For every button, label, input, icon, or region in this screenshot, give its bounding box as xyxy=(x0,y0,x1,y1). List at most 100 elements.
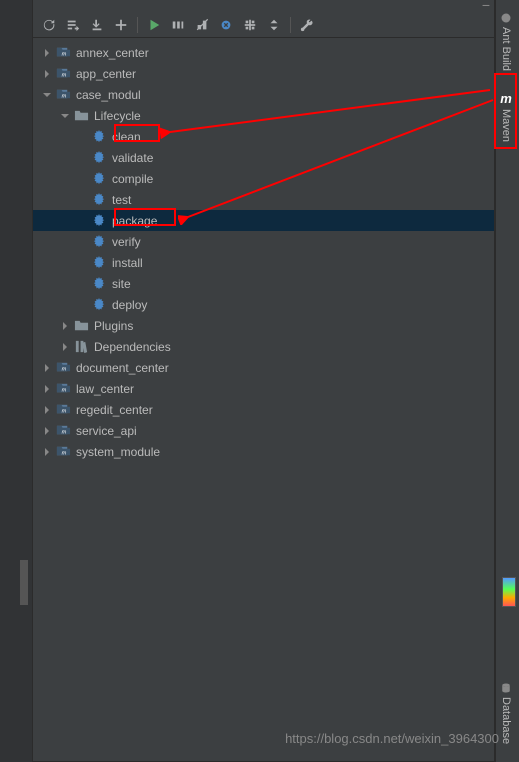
svg-text:m: m xyxy=(61,387,66,393)
svg-text:m: m xyxy=(61,366,66,372)
goal-label: package xyxy=(112,214,157,228)
maven-module-icon: m xyxy=(55,87,71,103)
expand-arrow-icon[interactable] xyxy=(59,110,71,122)
svg-text:m: m xyxy=(61,450,66,456)
goal-site[interactable]: site xyxy=(33,273,494,294)
lifecycle-folder[interactable]: Lifecycle xyxy=(33,105,494,126)
goal-install[interactable]: install xyxy=(33,252,494,273)
collapse-arrow-icon[interactable] xyxy=(41,47,53,59)
collapse-arrow-icon[interactable] xyxy=(41,362,53,374)
goal-test[interactable]: test xyxy=(33,189,494,210)
maven-module-icon: m xyxy=(55,360,71,376)
download-icon[interactable] xyxy=(87,15,107,35)
module-document-center[interactable]: m document_center xyxy=(33,357,494,378)
svg-text:m: m xyxy=(61,51,66,57)
module-label: case_modul xyxy=(76,88,141,102)
gear-icon xyxy=(91,234,107,250)
gear-icon xyxy=(91,213,107,229)
maven-module-icon: m xyxy=(55,423,71,439)
hide-icon[interactable]: − xyxy=(482,0,490,13)
plugins-folder[interactable]: Plugins xyxy=(33,315,494,336)
memory-indicator[interactable] xyxy=(502,577,516,607)
database-tab[interactable]: Database xyxy=(496,674,516,752)
maven-tab[interactable]: m Maven xyxy=(496,83,516,150)
gear-icon xyxy=(91,297,107,313)
run-icon[interactable] xyxy=(144,15,164,35)
toggle-skip-tests-icon[interactable] xyxy=(216,15,236,35)
goal-label: site xyxy=(112,277,131,291)
svg-text:m: m xyxy=(61,408,66,414)
goal-label: verify xyxy=(112,235,141,249)
collapse-arrow-icon[interactable] xyxy=(41,383,53,395)
maven-module-icon: m xyxy=(55,444,71,460)
goal-validate[interactable]: validate xyxy=(33,147,494,168)
module-label: app_center xyxy=(76,67,136,81)
goal-clean[interactable]: clean xyxy=(33,126,494,147)
expand-arrow-icon[interactable] xyxy=(41,89,53,101)
gear-icon xyxy=(91,276,107,292)
module-annex-center[interactable]: m annex_center xyxy=(33,42,494,63)
settings-wrench-icon[interactable] xyxy=(297,15,317,35)
goal-compile[interactable]: compile xyxy=(33,168,494,189)
module-label: regedit_center xyxy=(76,403,153,417)
folder-icon xyxy=(73,108,89,124)
collapse-arrow-icon[interactable] xyxy=(41,446,53,458)
lifecycle-label: Lifecycle xyxy=(94,109,141,123)
left-gutter xyxy=(0,0,32,762)
toolbar xyxy=(33,12,494,38)
dependencies-label: Dependencies xyxy=(94,340,171,354)
collapse-arrow-icon[interactable] xyxy=(59,320,71,332)
left-bar-marker xyxy=(20,560,28,605)
collapse-arrow-icon[interactable] xyxy=(41,68,53,80)
plugins-label: Plugins xyxy=(94,319,133,333)
maven-module-icon: m xyxy=(55,66,71,82)
execute-goal-icon[interactable] xyxy=(168,15,188,35)
collapse-arrow-icon[interactable] xyxy=(41,425,53,437)
ant-build-tab[interactable]: Ant Build xyxy=(496,4,516,79)
gear-icon xyxy=(91,129,107,145)
module-label: annex_center xyxy=(76,46,149,60)
add-icon[interactable] xyxy=(111,15,131,35)
maven-tree: m annex_center m app_center m case_modul xyxy=(33,38,494,462)
goal-label: compile xyxy=(112,172,153,186)
module-regedit-center[interactable]: m regedit_center xyxy=(33,399,494,420)
maven-module-icon: m xyxy=(55,402,71,418)
svg-text:m: m xyxy=(61,72,66,78)
generate-sources-icon[interactable] xyxy=(63,15,83,35)
folder-icon xyxy=(73,318,89,334)
module-case-modul[interactable]: m case_modul xyxy=(33,84,494,105)
collapse-all-icon[interactable] xyxy=(264,15,284,35)
module-label: law_center xyxy=(76,382,134,396)
refresh-icon[interactable] xyxy=(39,15,59,35)
module-label: service_api xyxy=(76,424,137,438)
module-app-center[interactable]: m app_center xyxy=(33,63,494,84)
collapse-arrow-icon[interactable] xyxy=(41,404,53,416)
show-dependencies-icon[interactable] xyxy=(240,15,260,35)
toolbar-separator xyxy=(290,17,291,33)
dependencies-folder[interactable]: Dependencies xyxy=(33,336,494,357)
goal-label: install xyxy=(112,256,143,270)
module-law-center[interactable]: m law_center xyxy=(33,378,494,399)
maven-module-icon: m xyxy=(55,45,71,61)
right-sidebar: Ant Build m Maven Database xyxy=(495,0,519,762)
goal-label: test xyxy=(112,193,131,207)
toolbar-separator xyxy=(137,17,138,33)
goal-verify[interactable]: verify xyxy=(33,231,494,252)
module-label: system_module xyxy=(76,445,160,459)
collapse-arrow-icon[interactable] xyxy=(59,341,71,353)
module-label: document_center xyxy=(76,361,169,375)
module-service-api[interactable]: m service_api xyxy=(33,420,494,441)
goal-label: deploy xyxy=(112,298,147,312)
goal-package[interactable]: package xyxy=(33,210,494,231)
gear-icon xyxy=(91,150,107,166)
gear-icon xyxy=(91,255,107,271)
svg-text:m: m xyxy=(61,93,66,99)
module-system-module[interactable]: m system_module xyxy=(33,441,494,462)
gear-icon xyxy=(91,192,107,208)
goal-deploy[interactable]: deploy xyxy=(33,294,494,315)
svg-text:m: m xyxy=(61,429,66,435)
toggle-offline-icon[interactable] xyxy=(192,15,212,35)
goal-label: clean xyxy=(112,130,141,144)
maven-panel: − xyxy=(32,0,495,762)
goal-label: validate xyxy=(112,151,153,165)
